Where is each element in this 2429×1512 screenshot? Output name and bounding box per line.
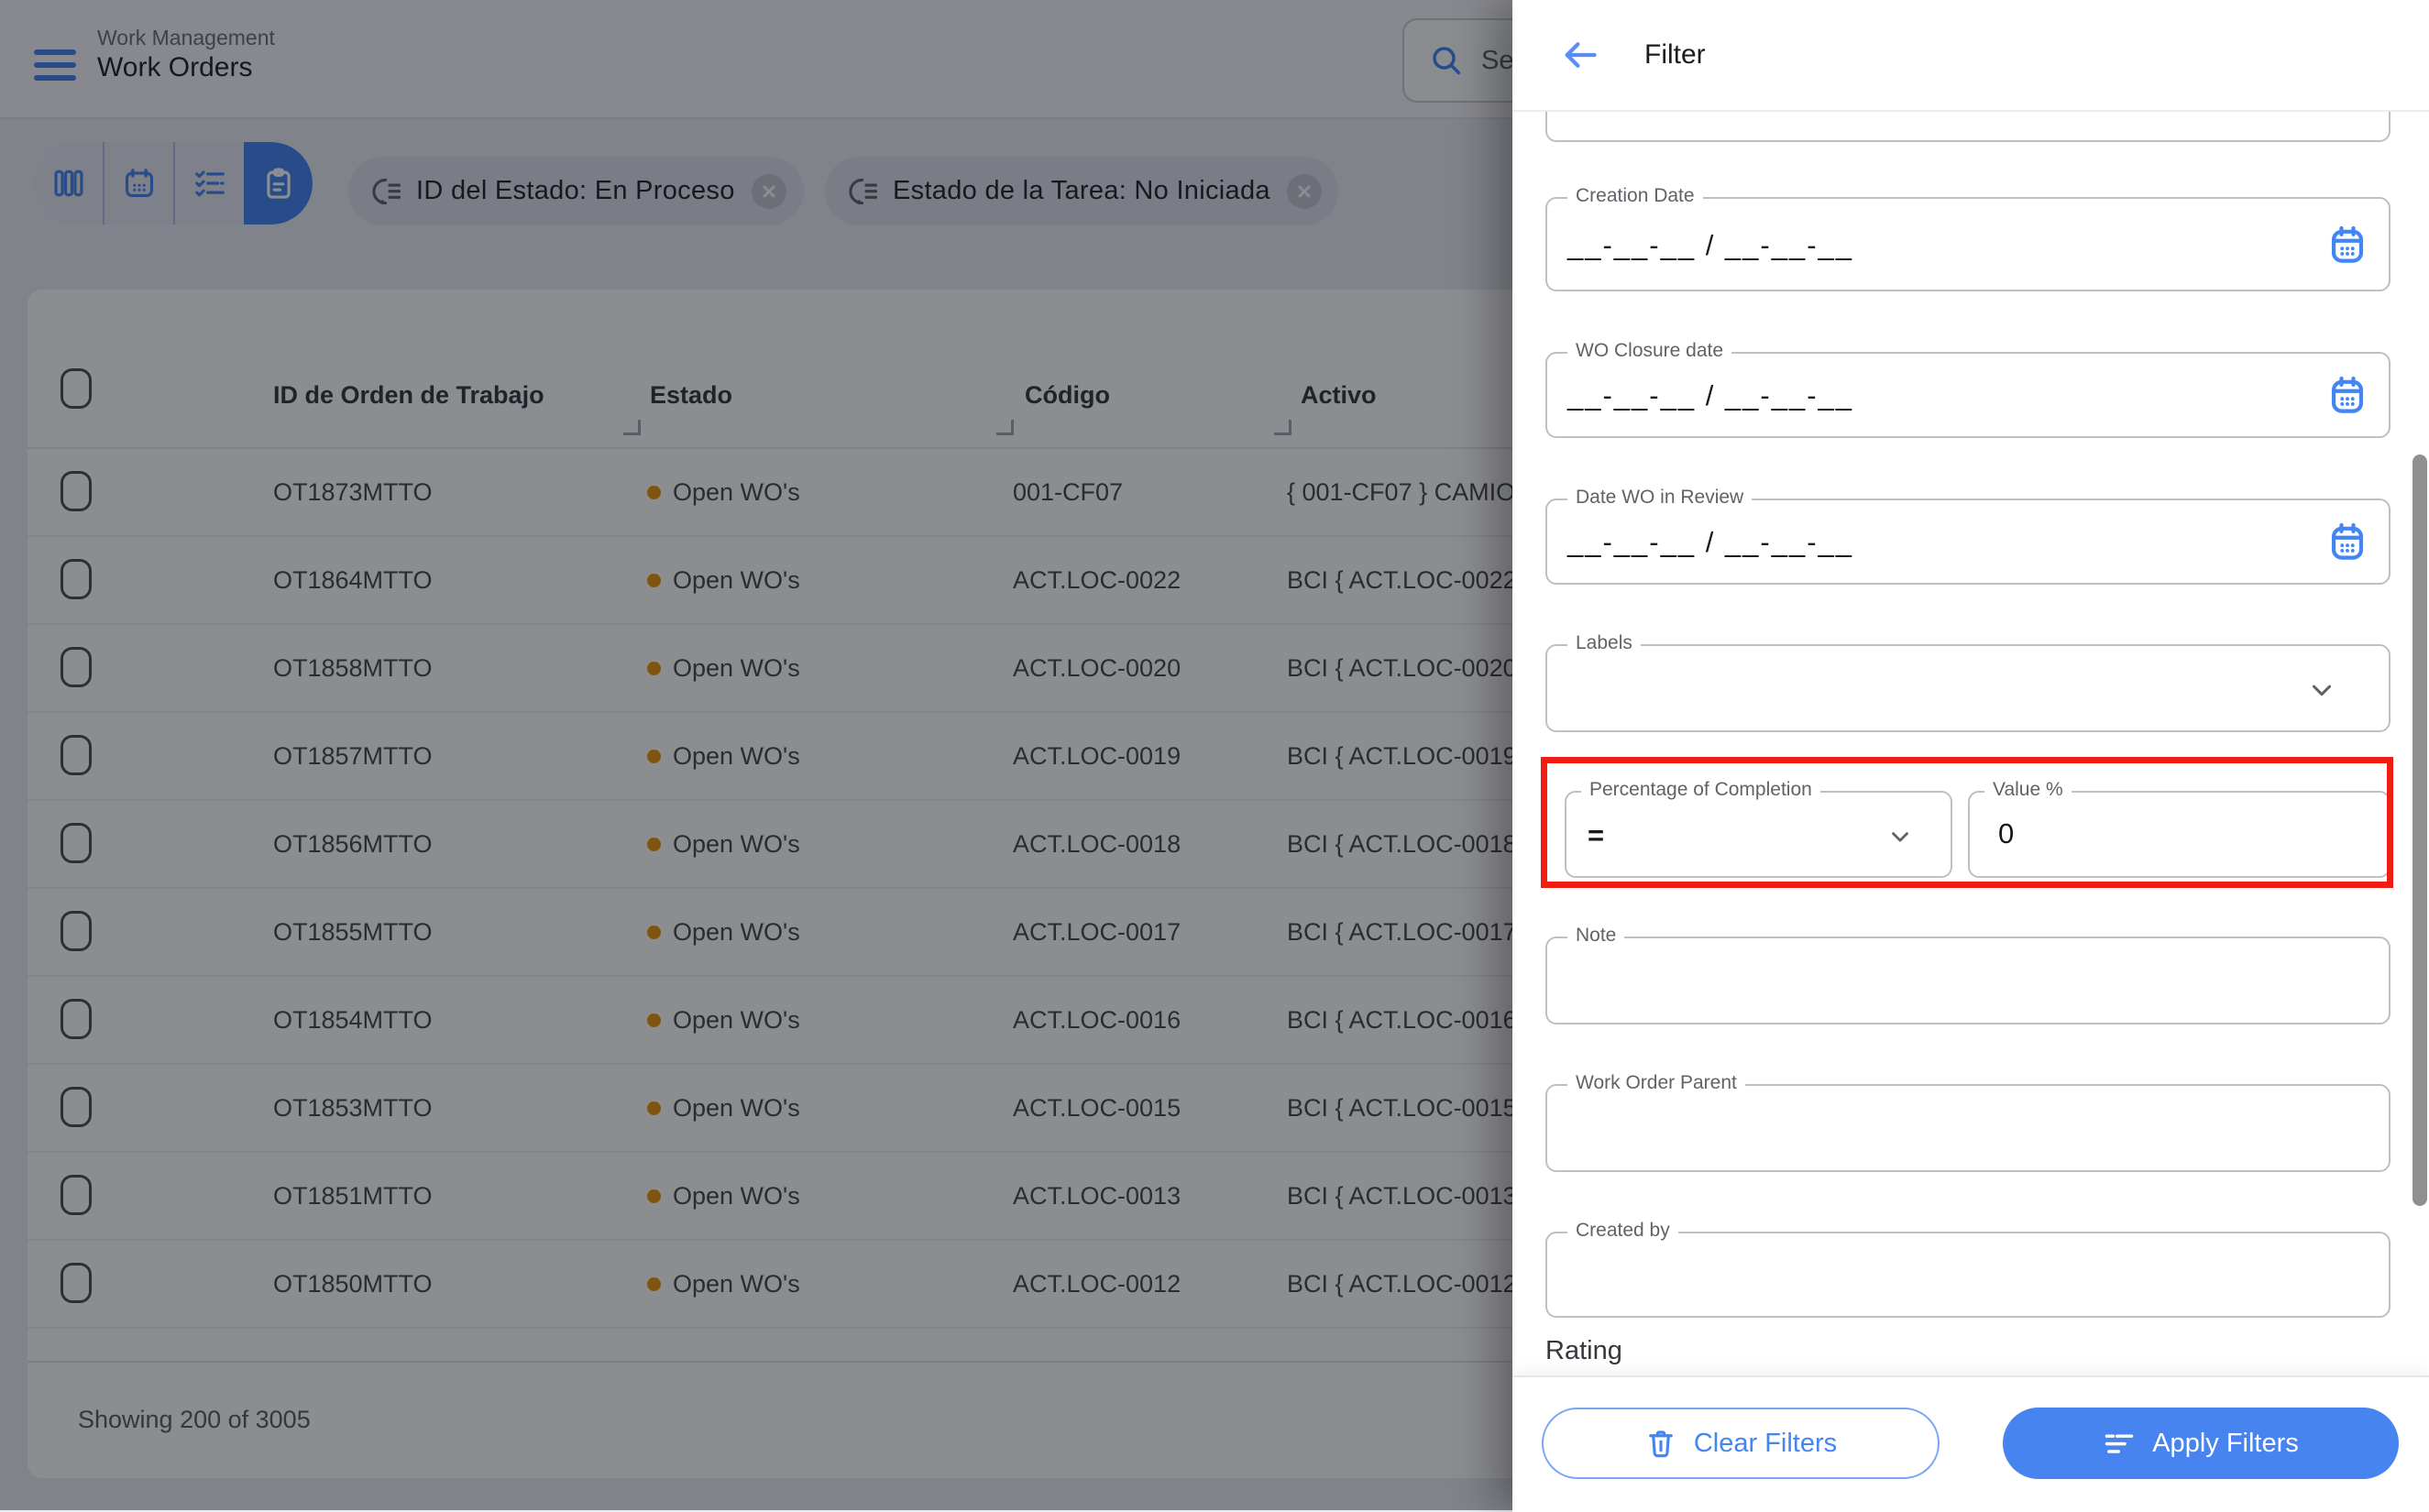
rating-section-label: Rating xyxy=(1545,1336,1622,1366)
calendar-picker-icon[interactable] xyxy=(2326,520,2369,563)
apply-filters-label: Apply Filters xyxy=(2152,1429,2299,1459)
creation-date-label: Creation Date xyxy=(1567,185,1703,207)
chevron-down-icon[interactable] xyxy=(2306,674,2337,706)
percentage-operator-value: = xyxy=(1588,819,1604,852)
trash-icon xyxy=(1644,1427,1677,1460)
percentage-label: Percentage of Completion xyxy=(1581,779,1820,801)
apply-filters-button[interactable]: Apply Filters xyxy=(2003,1408,2399,1479)
calendar-picker-icon[interactable] xyxy=(2326,374,2369,416)
modal-overlay[interactable] xyxy=(0,0,1512,1510)
wo-parent-label: Work Order Parent xyxy=(1567,1072,1745,1094)
wo-parent-input[interactable] xyxy=(1545,1084,2391,1172)
labels-select[interactable] xyxy=(1545,644,2391,732)
created-by-label: Created by xyxy=(1567,1220,1678,1242)
note-input[interactable] xyxy=(1545,937,2391,1024)
value-pct-input[interactable] xyxy=(1968,791,2391,878)
filter-panel-body: Creation Date __-__-__ / __-__-__ WO Clo… xyxy=(1512,0,2429,1375)
date-in-review-label: Date WO in Review xyxy=(1567,487,1752,509)
panel-scrollbar-thumb[interactable] xyxy=(2413,455,2427,1206)
note-label: Note xyxy=(1567,925,1624,947)
panel-title: Filter xyxy=(1644,39,1706,71)
value-pct-value: 0 xyxy=(1998,817,2014,850)
wo-closure-placeholder: __-__-__ / __-__-__ xyxy=(1567,379,1853,412)
creation-date-placeholder: __-__-__ / __-__-__ xyxy=(1567,229,1853,262)
filter-panel: Creation Date __-__-__ / __-__-__ WO Clo… xyxy=(1512,0,2429,1510)
labels-label: Labels xyxy=(1567,632,1641,654)
clear-filters-label: Clear Filters xyxy=(1694,1429,1837,1459)
filter-panel-footer: Clear Filters Apply Filters xyxy=(1512,1375,2429,1512)
created-by-input[interactable] xyxy=(1545,1232,2391,1318)
filter-panel-header: Filter xyxy=(1512,0,2429,112)
clear-filters-button[interactable]: Clear Filters xyxy=(1542,1408,1940,1479)
back-arrow-icon[interactable] xyxy=(1560,35,1600,75)
wo-closure-label: WO Closure date xyxy=(1567,340,1731,362)
value-pct-label: Value % xyxy=(1984,779,2072,801)
calendar-picker-icon[interactable] xyxy=(2326,224,2369,266)
chevron-down-icon[interactable] xyxy=(1886,823,1914,850)
filter-lines-icon xyxy=(2103,1427,2136,1460)
date-in-review-placeholder: __-__-__ / __-__-__ xyxy=(1567,526,1853,559)
